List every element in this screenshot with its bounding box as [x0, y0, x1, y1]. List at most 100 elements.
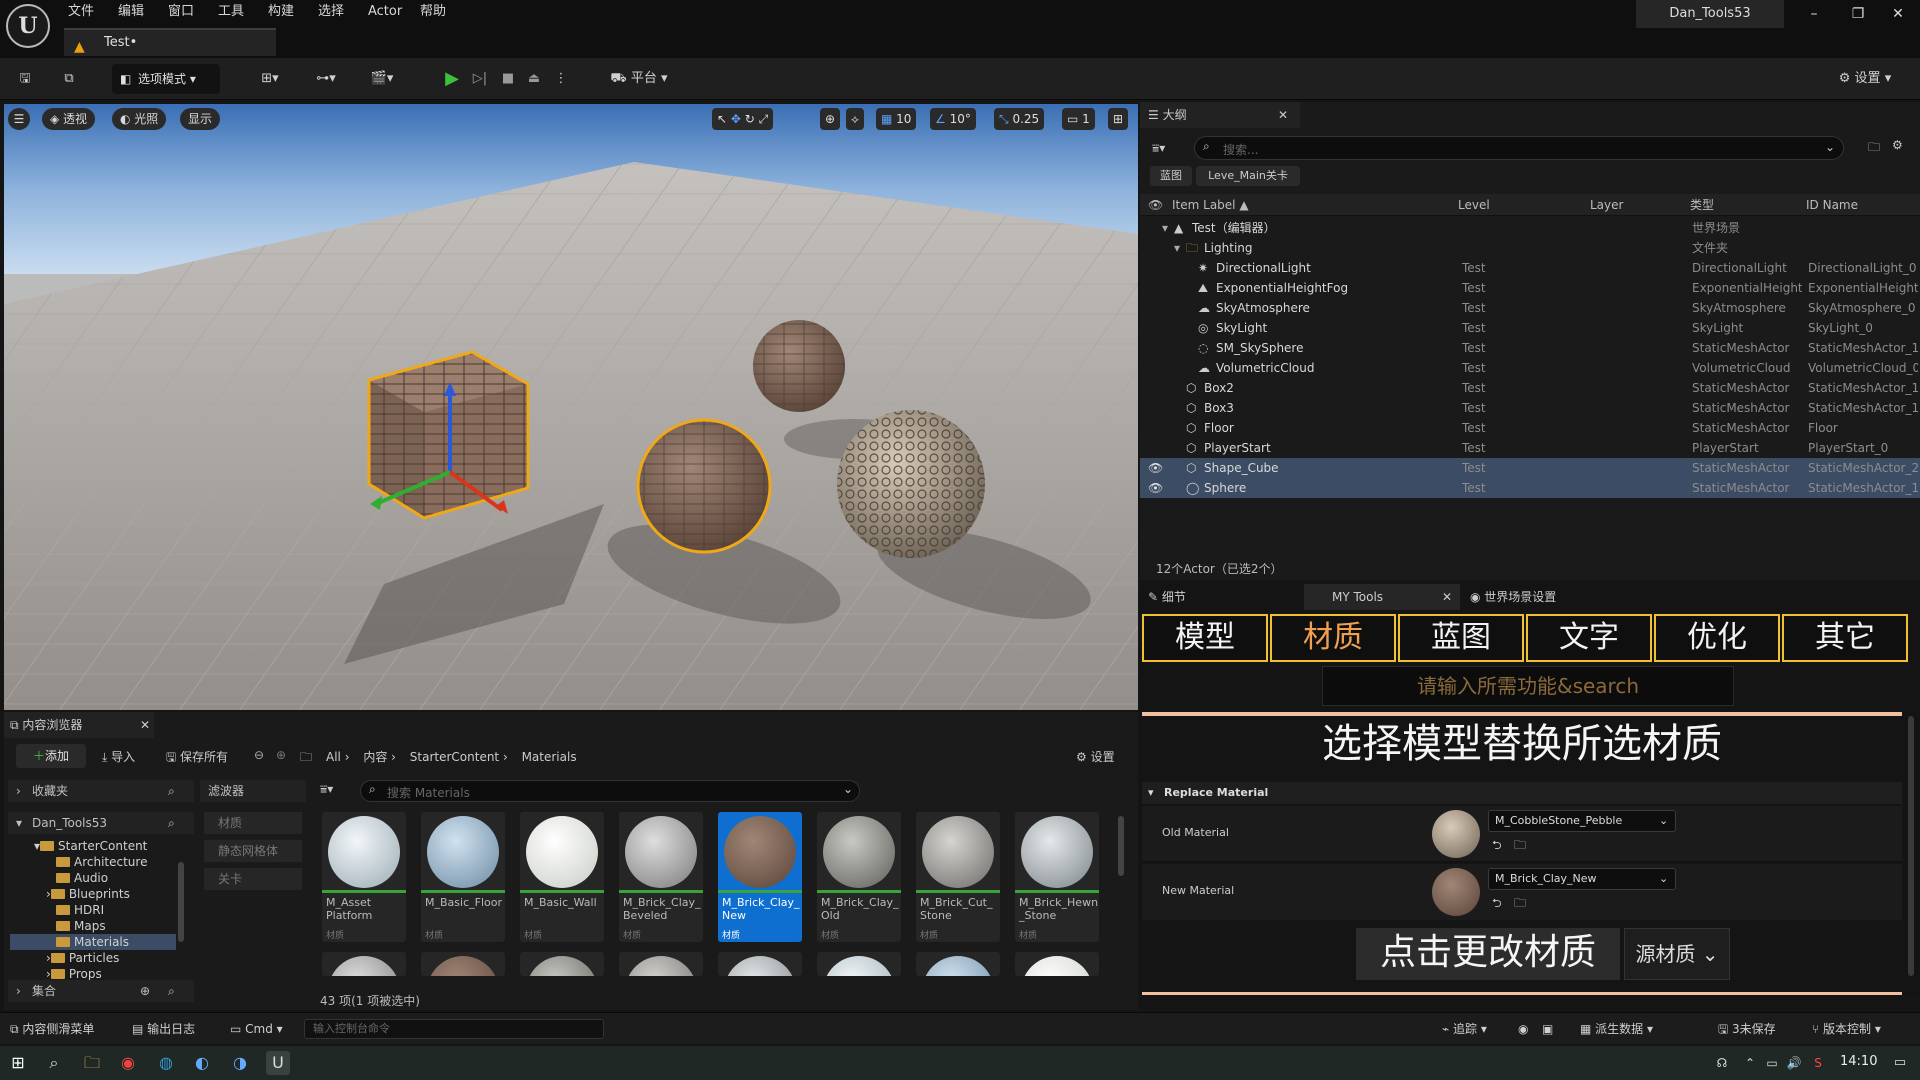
asset-scrollbar[interactable]: [1118, 816, 1124, 876]
asset-tile[interactable]: M_Asset Platform 材质: [322, 812, 406, 942]
chrome-icon[interactable]: ◉: [116, 1051, 140, 1075]
tree-scrollbar[interactable]: [178, 862, 184, 942]
browse-asset-icon[interactable]: 🗀: [1514, 894, 1526, 915]
file-explorer-icon[interactable]: 🗀: [80, 1051, 104, 1075]
feature-search-input[interactable]: 请输入所需功能&search: [1322, 666, 1734, 706]
tree-architecture[interactable]: Architecture: [56, 854, 216, 870]
category-blueprint[interactable]: 蓝图: [1398, 614, 1524, 662]
menu-actor[interactable]: Actor: [362, 2, 408, 22]
scale-icon[interactable]: ⤢: [759, 112, 769, 126]
volume-icon[interactable]: 🔊: [1782, 1051, 1806, 1075]
source-material-dropdown[interactable]: 源材质 ⌄: [1624, 928, 1730, 980]
asset-tile-partial[interactable]: [1015, 952, 1099, 976]
world-settings-tab[interactable]: ◉ 世界场景设置: [1470, 584, 1620, 610]
camera-speed-button[interactable]: ▭ 1: [1062, 108, 1095, 130]
filter-chip-level[interactable]: Leve_Main关卡: [1196, 166, 1300, 186]
outliner-search-input[interactable]: ⌕ 搜索... ⌄: [1194, 136, 1844, 160]
step-icon[interactable]: ▷|: [468, 64, 492, 94]
new-material-select[interactable]: M_Brick_Clay_New ⌄: [1488, 868, 1676, 890]
search-dropdown-icon[interactable]: ⌄: [843, 782, 853, 796]
show-button[interactable]: 显示: [180, 108, 221, 130]
filter-static-mesh[interactable]: 静态网格体: [204, 840, 302, 862]
asset-filter-icon[interactable]: ⩸▾: [320, 782, 333, 797]
console-input[interactable]: 输入控制台命令: [304, 1019, 604, 1039]
surface-snap-icon[interactable]: ⟡: [846, 108, 864, 130]
output-log-button[interactable]: ▤ 输出日志: [132, 1019, 195, 1039]
taskbar-search-icon[interactable]: ⌕: [42, 1051, 66, 1075]
tray-app-icon[interactable]: S: [1806, 1051, 1830, 1075]
mytools-tab[interactable]: MY Tools ✕: [1304, 584, 1460, 610]
use-selected-icon[interactable]: ⮌: [1492, 894, 1502, 915]
search-icon[interactable]: ⌕: [168, 780, 175, 802]
filter-icon[interactable]: ⩸▾: [1152, 138, 1180, 158]
content-browser-tab[interactable]: ⧉ 内容浏览器 ✕: [4, 712, 154, 738]
tree-maps[interactable]: Maps: [56, 918, 216, 934]
content-drawer-button[interactable]: ⧉ 内容侧滑菜单: [10, 1019, 94, 1039]
menu-edit[interactable]: 编辑: [112, 2, 150, 22]
filter-chip-blueprint[interactable]: 蓝图: [1150, 166, 1192, 186]
apply-material-button[interactable]: 点击更改材质: [1356, 928, 1620, 980]
tray-chevron-icon[interactable]: ⌃: [1738, 1051, 1762, 1075]
close-window-icon[interactable]: ✕: [1876, 0, 1920, 28]
stop-icon[interactable]: ■: [496, 64, 520, 94]
asset-tile-partial[interactable]: [619, 952, 703, 976]
cmd-dropdown[interactable]: ▭ Cmd ▾: [230, 1019, 283, 1039]
outliner-row[interactable]: ⬡ Box2 Test StaticMeshActor StaticMeshActor_…: [1140, 378, 1920, 398]
app-icon-2[interactable]: ◑: [228, 1051, 252, 1075]
save-icon[interactable]: 🖫: [12, 64, 38, 94]
asset-tile-partial[interactable]: [322, 952, 406, 976]
menu-file[interactable]: 文件: [62, 2, 100, 22]
outliner-row[interactable]: ▾ 🗀 Lighting 文件夹: [1140, 238, 1920, 258]
details-tab[interactable]: ✎ 细节: [1140, 584, 1300, 610]
asset-tile[interactable]: M_Brick_Clay_ Beveled 材质: [619, 812, 703, 942]
asset-tile[interactable]: M_Brick_Clay_ New 材质: [718, 812, 802, 942]
blueprint-icon[interactable]: ⊶▾: [306, 64, 346, 94]
asset-tile-partial[interactable]: [718, 952, 802, 976]
outliner-row[interactable]: ⬡ Floor Test StaticMeshActor Floor: [1140, 418, 1920, 438]
old-material-select[interactable]: M_CobbleStone_Pebble ⌄: [1488, 810, 1676, 832]
tree-audio[interactable]: Audio: [56, 870, 216, 886]
add-actor-icon[interactable]: ⊞▾: [250, 64, 290, 94]
visibility-eye-icon[interactable]: 👁: [1148, 478, 1163, 498]
asset-tile-partial[interactable]: [916, 952, 1000, 976]
replace-material-section[interactable]: ▾ Replace Material: [1142, 782, 1902, 804]
category-other[interactable]: 其它: [1782, 614, 1908, 662]
tree-materials[interactable]: Materials: [10, 934, 176, 950]
browse-asset-icon[interactable]: 🗀: [1514, 836, 1526, 857]
menu-select[interactable]: 选择: [312, 2, 350, 22]
play-icon[interactable]: ▶: [440, 64, 464, 94]
asset-tile-partial[interactable]: [421, 952, 505, 976]
menu-build[interactable]: 构建: [262, 2, 300, 22]
asset-tile[interactable]: M_Basic_Floor 材质: [421, 812, 505, 942]
outliner-row[interactable]: ◎ SkyLight Test SkyLight SkyLight_0: [1140, 318, 1920, 338]
forward-icon[interactable]: ⊕: [276, 748, 286, 762]
search-dropdown-icon[interactable]: ⌄: [1825, 140, 1835, 154]
more-icon[interactable]: ⋮: [554, 64, 568, 94]
col-layer[interactable]: Layer: [1590, 194, 1623, 216]
cinematics-icon[interactable]: 🎬▾: [362, 64, 402, 94]
new-material-thumbnail[interactable]: [1432, 868, 1480, 916]
unreal-logo-icon[interactable]: U: [6, 4, 50, 48]
col-id-name[interactable]: ID Name: [1806, 194, 1858, 216]
outliner-row[interactable]: ☁ SkyAtmosphere Test SkyAtmosphere SkyAtmosp…: [1140, 298, 1920, 318]
category-model[interactable]: 模型: [1142, 614, 1268, 662]
outliner-row[interactable]: 👁 ⬡ Shape_Cube Test StaticMeshActor StaticMes…: [1140, 458, 1920, 478]
tree-particles[interactable]: › Particles: [46, 950, 206, 966]
expand-arrow-icon[interactable]: ▾: [1162, 218, 1168, 238]
grid-snap-button[interactable]: ▦ 10: [876, 108, 917, 130]
level-viewport[interactable]: ☰ ◈ 透视 ◐ 光照 显示 ↖ ✥ ↻ ⤢ ⊕ ⟡ ▦ 10 ∠ 10° ⤡ …: [4, 104, 1138, 710]
transform-tools[interactable]: ↖ ✥ ↻ ⤢: [712, 108, 774, 130]
asset-tile-partial[interactable]: [520, 952, 604, 976]
trace-button[interactable]: ⌁ 追踪 ▾: [1442, 1019, 1487, 1039]
folder-icon[interactable]: 🗀: [300, 748, 312, 769]
platform-button[interactable]: ⛟ 平台 ▾: [604, 64, 674, 94]
version-control-button[interactable]: ⑂ 版本控制 ▾: [1812, 1019, 1881, 1039]
add-folder-icon[interactable]: 🗀: [1868, 138, 1880, 159]
outliner-row[interactable]: ⛰ ExponentialHeightFog Test ExponentialHeig…: [1140, 278, 1920, 298]
save-all-button[interactable]: 🖫 保存所有: [166, 748, 228, 769]
outliner-row[interactable]: ✷ DirectionalLight Test DirectionalLight Dir…: [1140, 258, 1920, 278]
eject-icon[interactable]: ⏏: [522, 64, 546, 94]
outliner-row[interactable]: ⬡ Box3 Test StaticMeshActor StaticMeshActor_…: [1140, 398, 1920, 418]
search-icon[interactable]: ⌕: [168, 812, 175, 834]
breadcrumb-startercontent[interactable]: StarterContent: [410, 750, 499, 764]
